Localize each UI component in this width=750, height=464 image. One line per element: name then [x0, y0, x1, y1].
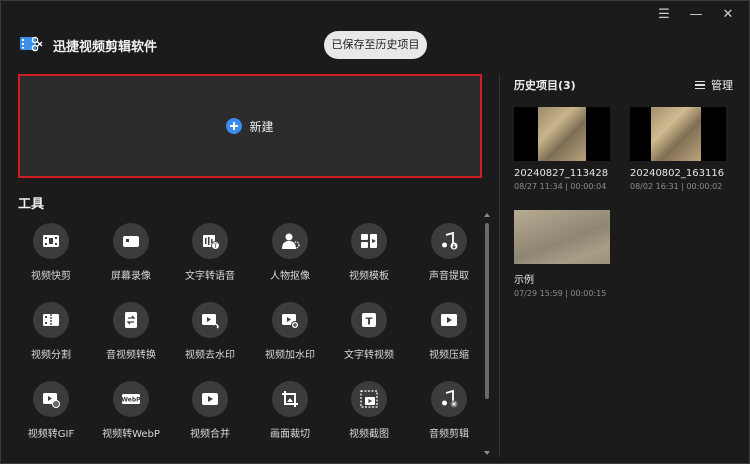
history-item-name: 20240802_163116: [630, 168, 725, 179]
person-cutout-icon: [272, 223, 308, 259]
list-icon: [695, 80, 705, 90]
tool-label: 屏幕录像: [111, 271, 151, 282]
crop-icon: [272, 381, 308, 417]
tools-heading: 工具: [18, 197, 45, 212]
tool-item[interactable]: T 文字转视频: [329, 302, 409, 361]
history-thumbnail: [630, 107, 726, 161]
panel-divider: [499, 74, 500, 457]
history-item[interactable]: 20240827_113428 08/27 11:34 | 00:00:04: [514, 107, 614, 191]
tool-item[interactable]: 视频分割: [11, 302, 91, 361]
tool-item[interactable]: 视频去水印: [170, 302, 250, 361]
add-watermark-icon: [272, 302, 308, 338]
tool-label: 视频模板: [349, 271, 389, 282]
new-project-button[interactable]: 新建: [18, 74, 482, 178]
tool-item[interactable]: 视频转GIF: [11, 381, 91, 440]
svg-text:WebP: WebP: [121, 397, 141, 404]
save-status-badge[interactable]: 已保存至历史项目: [324, 31, 427, 59]
scroll-down-arrow-icon[interactable]: [484, 451, 490, 455]
svg-text:T: T: [366, 317, 373, 328]
minimize-icon[interactable]: —: [689, 7, 703, 23]
tool-label: 音频剪辑: [429, 429, 469, 440]
tool-item[interactable]: 声音提取: [409, 223, 489, 282]
tool-item[interactable]: 视频合并: [170, 381, 250, 440]
tool-item[interactable]: 画面裁切: [250, 381, 330, 440]
tool-label: 人物抠像: [270, 271, 310, 282]
tool-label: 视频加水印: [265, 350, 315, 361]
tool-item[interactable]: 屏幕录像: [91, 223, 171, 282]
scrollbar-thumb[interactable]: [485, 223, 489, 399]
tool-label: 视频截图: [349, 429, 389, 440]
tool-item[interactable]: 视频模板: [329, 223, 409, 282]
tool-item[interactable]: 视频加水印: [250, 302, 330, 361]
window-controls: ☰ — ✕: [657, 7, 735, 23]
camera-record-icon: [113, 223, 149, 259]
history-item-name: 示例: [514, 275, 534, 286]
history-item-meta: 08/27 11:34 | 00:00:04: [514, 182, 607, 191]
audio-edit-icon: [431, 381, 467, 417]
compress-icon: [431, 302, 467, 338]
history-item-name: 20240827_113428: [514, 168, 609, 179]
manage-button[interactable]: 管理: [695, 77, 733, 93]
tool-label: 音视频转换: [106, 350, 156, 361]
history-thumbnail: [514, 210, 610, 264]
history-heading: 历史项目(3): [514, 79, 576, 92]
tool-label: 视频分割: [31, 350, 71, 361]
history-item-meta: 07/29 15:59 | 00:00:15: [514, 289, 607, 298]
app-title: 迅捷视频剪辑软件: [53, 40, 158, 55]
tool-item[interactable]: WebP 视频转WebP: [91, 381, 171, 440]
remove-watermark-icon: [192, 302, 228, 338]
tool-item[interactable]: 音视频转换: [91, 302, 171, 361]
gif-icon: [33, 381, 69, 417]
plus-circle-icon: [226, 118, 243, 134]
tool-label: 视频快剪: [31, 271, 71, 282]
film-scissors-icon: [20, 36, 43, 52]
tool-label: 文字转语音: [185, 271, 235, 282]
convert-icon: [113, 302, 149, 338]
tool-item[interactable]: 音频剪辑: [409, 381, 489, 440]
template-icon: [351, 223, 387, 259]
menu-icon[interactable]: ☰: [657, 7, 671, 23]
webp-icon: WebP: [113, 381, 149, 417]
tool-item[interactable]: 视频压缩: [409, 302, 489, 361]
tool-label: 文字转视频: [344, 350, 394, 361]
merge-icon: [192, 381, 228, 417]
tool-label: 声音提取: [429, 271, 469, 282]
tool-label: 视频转GIF: [27, 429, 75, 440]
scroll-up-arrow-icon[interactable]: [484, 213, 490, 217]
tool-label: 视频转WebP: [102, 429, 160, 440]
history-item[interactable]: 示例 07/29 15:59 | 00:00:15: [514, 210, 614, 298]
tool-item[interactable]: 视频快剪: [11, 223, 91, 282]
close-icon[interactable]: ✕: [721, 7, 735, 23]
manage-label: 管理: [711, 79, 733, 92]
tool-item[interactable]: 视频截图: [329, 381, 409, 440]
svg-text:T: T: [213, 243, 218, 250]
text-to-speech-icon: T: [192, 223, 228, 259]
screenshot-icon: [351, 381, 387, 417]
film-icon: [33, 223, 69, 259]
tool-item[interactable]: T 文字转语音: [170, 223, 250, 282]
new-project-label: 新建: [249, 119, 274, 134]
history-item[interactable]: 20240802_163116 08/02 16:31 | 00:00:02: [630, 107, 730, 191]
tool-label: 视频合并: [190, 429, 230, 440]
app-window: ☰ — ✕ 迅捷视频剪辑软件 已保存至历史项目 新建 工具 视频快剪 屏幕录像 T 文…: [0, 0, 750, 464]
tool-label: 视频去水印: [185, 350, 235, 361]
video-split-icon: [33, 302, 69, 338]
text-to-video-icon: T: [351, 302, 387, 338]
history-thumbnail: [514, 107, 610, 161]
tool-label: 视频压缩: [429, 350, 469, 361]
tool-item[interactable]: 人物抠像: [250, 223, 330, 282]
history-item-meta: 08/02 16:31 | 00:00:02: [630, 182, 723, 191]
tool-label: 画面裁切: [270, 429, 310, 440]
music-extract-icon: [431, 223, 467, 259]
